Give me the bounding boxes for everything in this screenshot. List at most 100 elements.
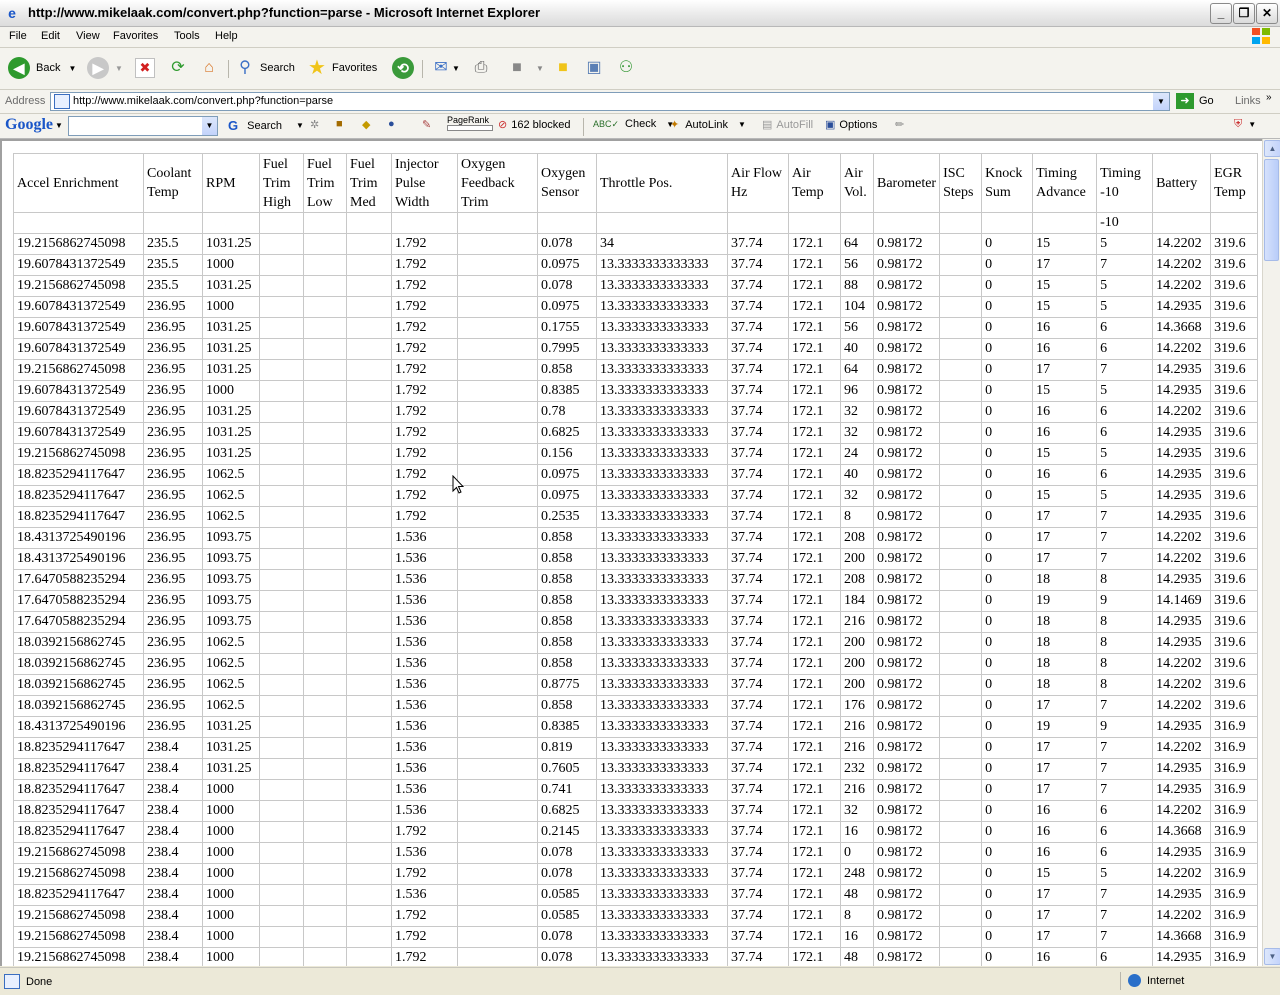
table-cell: [259, 212, 304, 234]
table-cell: 172.1: [788, 758, 841, 780]
globe-button[interactable]: ●: [388, 118, 395, 130]
table-cell: 1.536: [391, 674, 458, 696]
options-button[interactable]: ▣ Options: [825, 118, 877, 132]
table-cell: 14.1469: [1152, 590, 1212, 612]
minimize-button[interactable]: _: [1210, 3, 1232, 24]
home-button[interactable]: ⌂: [198, 56, 220, 80]
table-cell: 232: [840, 758, 874, 780]
search-button[interactable]: ⚲ Search: [234, 56, 295, 80]
table-cell: 236.95: [143, 590, 203, 612]
stop-button[interactable]: ✖: [135, 56, 155, 80]
table-cell: 0.858: [537, 548, 597, 570]
messenger-button[interactable]: ⚇: [615, 56, 637, 80]
chevron-down-icon[interactable]: ▼: [115, 64, 123, 73]
table-cell: 32: [840, 485, 874, 507]
close-window-button[interactable]: ✕: [1256, 3, 1278, 24]
chevron-down-icon[interactable]: ▼: [452, 64, 460, 73]
table-cell: [13, 212, 144, 234]
popup-button[interactable]: ■: [336, 118, 343, 130]
refresh-button[interactable]: ⟳: [167, 56, 189, 80]
table-cell: 319.6: [1210, 317, 1259, 339]
history-button[interactable]: ⟲: [392, 56, 414, 80]
menu-favorites[interactable]: Favorites: [113, 30, 158, 42]
address-dropdown[interactable]: ▼: [1153, 93, 1169, 110]
table-cell: 0.98172: [872, 506, 941, 528]
table-cell: 7: [1096, 359, 1154, 381]
table-cell: 18: [1032, 569, 1098, 591]
forward-button[interactable]: ▶ ▼: [87, 56, 123, 80]
table-cell: [939, 800, 983, 822]
table-cell: [346, 212, 392, 234]
table-cell: 1.792: [391, 254, 458, 276]
mail-button[interactable]: ✉ ▼: [430, 56, 460, 80]
back-button[interactable]: ◀ Back ▼: [8, 56, 76, 80]
table-cell: 172.1: [788, 842, 841, 864]
column-header: Battery: [1152, 153, 1212, 213]
print-button[interactable]: ⎙: [470, 56, 492, 80]
scroll-up-button[interactable]: ▲: [1264, 140, 1280, 157]
table-cell: 16: [1032, 401, 1098, 423]
security-button[interactable]: ⛨ ▼: [1234, 118, 1256, 131]
table-cell: 1093.75: [202, 548, 260, 570]
table-cell: 7: [1096, 926, 1154, 948]
autolink-button[interactable]: ✦ AutoLink ▼: [670, 118, 746, 132]
table-cell: [939, 695, 983, 717]
google-search-input[interactable]: ▼: [68, 116, 218, 136]
table-cell: 19.2156862745098: [13, 926, 144, 948]
chevron-down-icon[interactable]: ▼: [55, 121, 63, 130]
info-button[interactable]: ◆: [362, 118, 370, 131]
menu-view[interactable]: View: [76, 30, 100, 42]
vertical-scrollbar[interactable]: ▲ ▼: [1262, 139, 1280, 966]
maximize-button[interactable]: ❐: [1233, 3, 1255, 24]
table-cell: 56: [840, 254, 874, 276]
discuss-button[interactable]: ■: [552, 56, 574, 80]
google-logo[interactable]: Google ▼: [5, 116, 63, 134]
chevron-down-icon[interactable]: ▼: [202, 117, 217, 135]
table-cell: 1.792: [391, 464, 458, 486]
popup-blocker-button[interactable]: ⊘ 162 blocked: [498, 118, 571, 132]
menu-file[interactable]: File: [9, 30, 27, 42]
address-input[interactable]: http://www.mikelaak.com/convert.php?func…: [50, 92, 1170, 111]
menu-tools[interactable]: Tools: [174, 30, 200, 42]
chevron-down-icon[interactable]: ▼: [1248, 120, 1256, 129]
table-cell: [303, 695, 347, 717]
scroll-down-button[interactable]: ▼: [1264, 948, 1280, 965]
scroll-thumb[interactable]: [1264, 159, 1279, 261]
table-cell: [346, 863, 392, 885]
favorites-button[interactable]: ★ Favorites: [306, 56, 377, 80]
spellcheck-button[interactable]: ABC✓ Check ▼: [593, 118, 674, 130]
highlight-button[interactable]: ✎: [422, 118, 431, 131]
news-button[interactable]: ✲: [310, 118, 319, 131]
table-cell: [457, 926, 538, 948]
chevron-down-icon[interactable]: ▼: [738, 120, 746, 129]
table-cell: 13.3333333333333: [596, 527, 728, 549]
table-cell: 0: [981, 401, 1034, 423]
pencil-button[interactable]: ✏: [895, 118, 904, 131]
options-icon: ▣: [825, 119, 836, 131]
table-cell: 1062.5: [202, 485, 260, 507]
autofill-button[interactable]: ▤ AutoFill: [762, 118, 813, 132]
edit-button[interactable]: ■ ▼: [506, 56, 544, 80]
chevron-down-icon[interactable]: ▼: [68, 64, 76, 73]
table-cell: 19.2156862745098: [13, 275, 144, 297]
google-search-button[interactable]: G Search ▼: [228, 118, 304, 133]
chevron-down-icon[interactable]: ▼: [296, 121, 304, 130]
pagerank-indicator[interactable]: PageRank: [447, 115, 493, 131]
column-header: Injector Pulse Width: [391, 153, 458, 213]
table-cell: [457, 632, 538, 654]
menu-help[interactable]: Help: [215, 30, 238, 42]
table-cell: 0.98172: [872, 884, 941, 906]
table-cell: [457, 758, 538, 780]
go-button[interactable]: ➜ Go: [1176, 93, 1214, 109]
table-cell: 0: [981, 674, 1034, 696]
table-cell: 1000: [202, 779, 260, 801]
links-label[interactable]: Links: [1235, 95, 1261, 107]
research-button[interactable]: ▣: [583, 56, 605, 80]
table-cell: 13.3333333333333: [596, 674, 728, 696]
menu-edit[interactable]: Edit: [41, 30, 60, 42]
table-cell: 14.3668: [1152, 926, 1212, 948]
chevron-right-icon[interactable]: »: [1266, 92, 1272, 103]
table-cell: 1.536: [391, 527, 458, 549]
chevron-down-icon[interactable]: ▼: [536, 64, 544, 73]
table-cell: 15: [1032, 863, 1098, 885]
